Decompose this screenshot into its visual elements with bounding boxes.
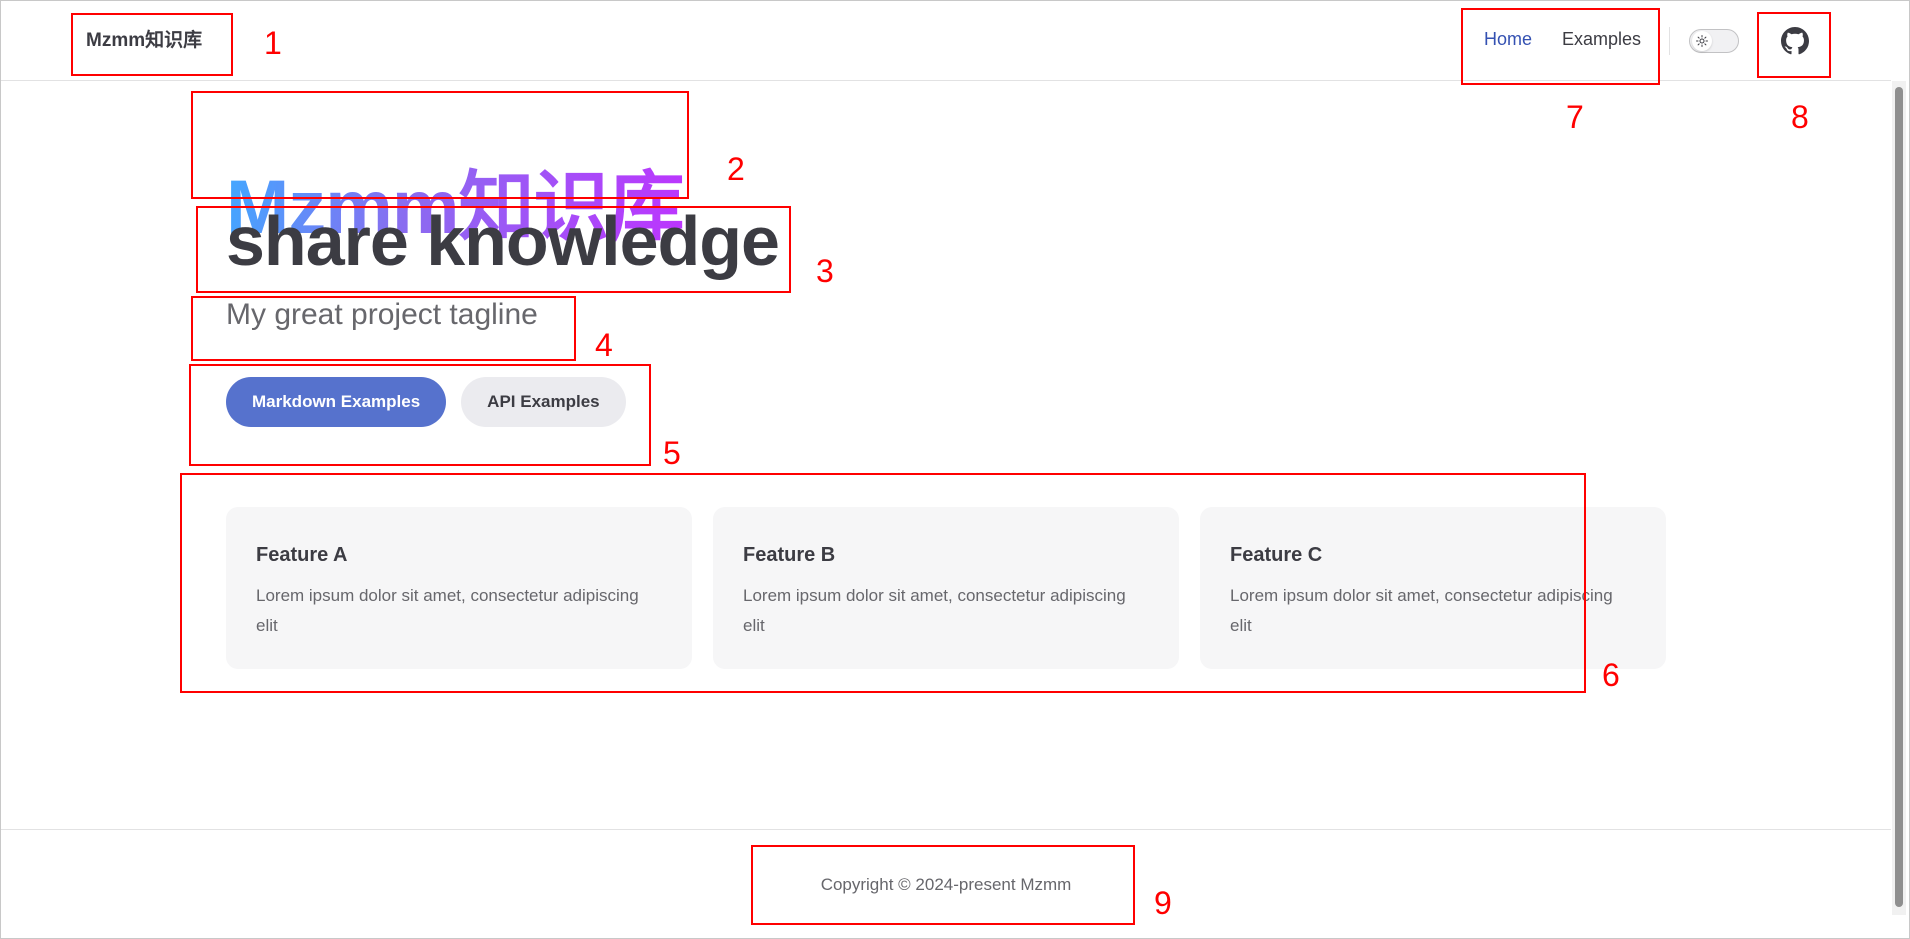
feature-title: Feature C [1230,544,1323,566]
feature-card-c: Feature C Lorem ipsum dolor sit amet, co… [1200,507,1666,669]
annotation-label-2: 2 [727,151,745,187]
nav-divider [1669,27,1670,55]
hero-text: share knowledge [226,202,780,280]
site-title-link[interactable]: Mzmm知识库 [86,25,202,52]
feature-details: Lorem ipsum dolor sit amet, consectetur … [256,586,639,635]
nav-link-examples[interactable]: Examples [1562,29,1641,50]
feature-card-a: Feature A Lorem ipsum dolor sit amet, co… [226,507,692,669]
feature-details: Lorem ipsum dolor sit amet, consectetur … [743,586,1126,635]
api-examples-button[interactable]: API Examples [461,377,626,427]
nav-menu: Home Examples [1484,29,1641,50]
annotation-label-8: 8 [1791,99,1809,135]
scrollbar-thumb[interactable] [1895,87,1903,907]
github-icon[interactable] [1781,27,1809,55]
feature-title: Feature B [743,544,836,566]
hero-tagline: My great project tagline [226,298,538,331]
theme-toggle-switch[interactable] [1689,29,1739,53]
hero-actions: Markdown Examples API Examples [226,377,626,427]
feature-details: Lorem ipsum dolor sit amet, consectetur … [1230,586,1613,635]
navbar: Mzmm知识库 Home Examples [1,1,1891,81]
annotation-label-3: 3 [816,253,834,289]
copyright-text: Copyright © 2024-present Mzmm [820,875,1072,894]
markdown-examples-button[interactable]: Markdown Examples [226,377,447,427]
sun-icon [1692,31,1712,51]
footer: Copyright © 2024-present Mzmm [1,829,1891,938]
annotation-label-5: 5 [663,435,681,471]
feature-title: Feature A [256,544,348,566]
annotation-label-4: 4 [595,327,613,363]
features-grid: Feature A Lorem ipsum dolor sit amet, co… [226,507,1666,669]
nav-link-home[interactable]: Home [1484,29,1532,50]
feature-card-b: Feature B Lorem ipsum dolor sit amet, co… [713,507,1179,669]
vertical-scrollbar[interactable] [1892,81,1906,915]
page: Mzmm知识库 Home Examples Mzmm知识库 share know… [0,0,1910,939]
annotation-label-7: 7 [1566,99,1584,135]
